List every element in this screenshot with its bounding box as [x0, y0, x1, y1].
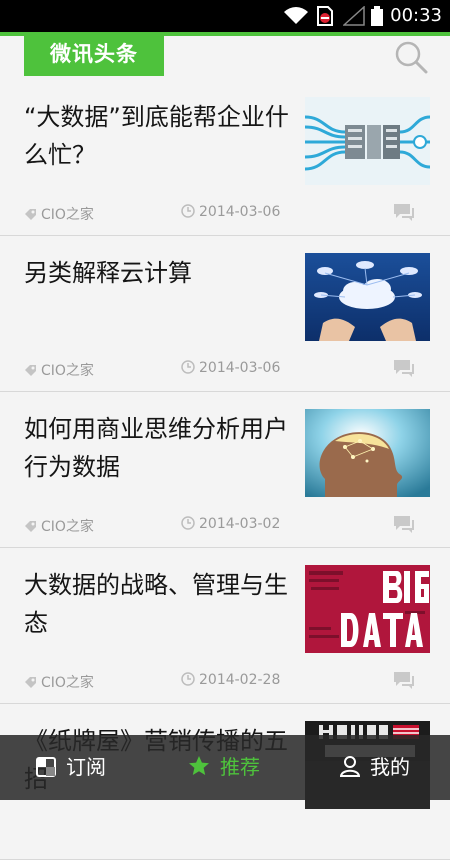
signal-icon: [343, 6, 365, 26]
status-bar: 00:33: [0, 0, 450, 32]
article-title: 如何用商业思维分析用户行为数据: [24, 415, 288, 481]
tag-icon: [25, 209, 36, 220]
source-name: CIO之家: [41, 675, 94, 691]
article-title: 大数据的战略、管理与生态: [24, 571, 288, 637]
comment-icon[interactable]: [392, 670, 416, 690]
source-name: CIO之家: [41, 363, 94, 379]
tab-label: 订阅: [66, 755, 106, 779]
publish-date: 2014-03-02: [181, 516, 280, 532]
tab-label: 推荐: [220, 755, 260, 779]
article-item[interactable]: 如何用商业思维分析用户行为数据 CIO之家 2014-03-02: [0, 392, 450, 548]
bottom-tab-bar: 订阅 推荐 我的: [0, 735, 450, 800]
battery-icon: [371, 6, 383, 26]
article-thumbnail: [305, 409, 430, 497]
source: CIO之家: [24, 516, 94, 536]
wifi-icon: [284, 7, 308, 24]
article-meta: CIO之家 2014-03-02: [24, 516, 426, 538]
app-header: 微讯头条: [0, 32, 450, 80]
app-logo: 微讯头条: [24, 32, 164, 76]
tag-icon: [25, 677, 36, 688]
tag-icon: [25, 521, 36, 532]
date-text: 2014-03-02: [199, 516, 281, 532]
clock: 00:33: [390, 5, 442, 26]
star-icon: [189, 756, 209, 775]
user-icon: [339, 756, 361, 777]
tab-recommend[interactable]: 推荐: [188, 735, 260, 800]
clock-icon: [181, 360, 195, 374]
article-meta: CIO之家 2014-03-06: [24, 204, 426, 226]
tab-subscribe[interactable]: 订阅: [36, 735, 106, 800]
subscribe-icon: [36, 757, 56, 777]
clock-icon: [181, 516, 195, 530]
date-text: 2014-02-28: [199, 672, 281, 688]
date-text: 2014-03-06: [199, 204, 281, 220]
source-name: CIO之家: [41, 519, 94, 535]
article-title: “大数据”到底能帮企业什么忙？: [24, 103, 289, 169]
comment-icon[interactable]: [392, 514, 416, 534]
article-thumbnail: [305, 253, 430, 341]
article-item[interactable]: “大数据”到底能帮企业什么忙？ CIO之家 2014-03-06: [0, 80, 450, 236]
tab-mine[interactable]: 我的: [339, 735, 410, 800]
publish-date: 2014-03-06: [181, 204, 280, 220]
source: CIO之家: [24, 360, 94, 380]
publish-date: 2014-02-28: [181, 672, 280, 688]
source: CIO之家: [24, 672, 94, 692]
article-title: 另类解释云计算: [24, 259, 192, 287]
article-thumbnail: [305, 565, 430, 653]
tab-label: 我的: [370, 755, 410, 779]
comment-icon[interactable]: [392, 202, 416, 222]
search-icon[interactable]: [394, 40, 428, 74]
source: CIO之家: [24, 204, 94, 224]
no-sim-icon: [317, 6, 333, 26]
tag-icon: [25, 365, 36, 376]
article-meta: CIO之家 2014-03-06: [24, 360, 426, 382]
article-item[interactable]: 大数据的战略、管理与生态 CIO之家 2014-02-28: [0, 548, 450, 704]
comment-icon[interactable]: [392, 358, 416, 378]
article-meta: CIO之家 2014-02-28: [24, 672, 426, 694]
source-name: CIO之家: [41, 207, 94, 223]
article-item[interactable]: 另类解释云计算 CIO之家 2014-03-06: [0, 236, 450, 392]
clock-icon: [181, 204, 195, 218]
date-text: 2014-03-06: [199, 360, 281, 376]
article-thumbnail: [305, 97, 430, 185]
clock-icon: [181, 672, 195, 686]
publish-date: 2014-03-06: [181, 360, 280, 376]
